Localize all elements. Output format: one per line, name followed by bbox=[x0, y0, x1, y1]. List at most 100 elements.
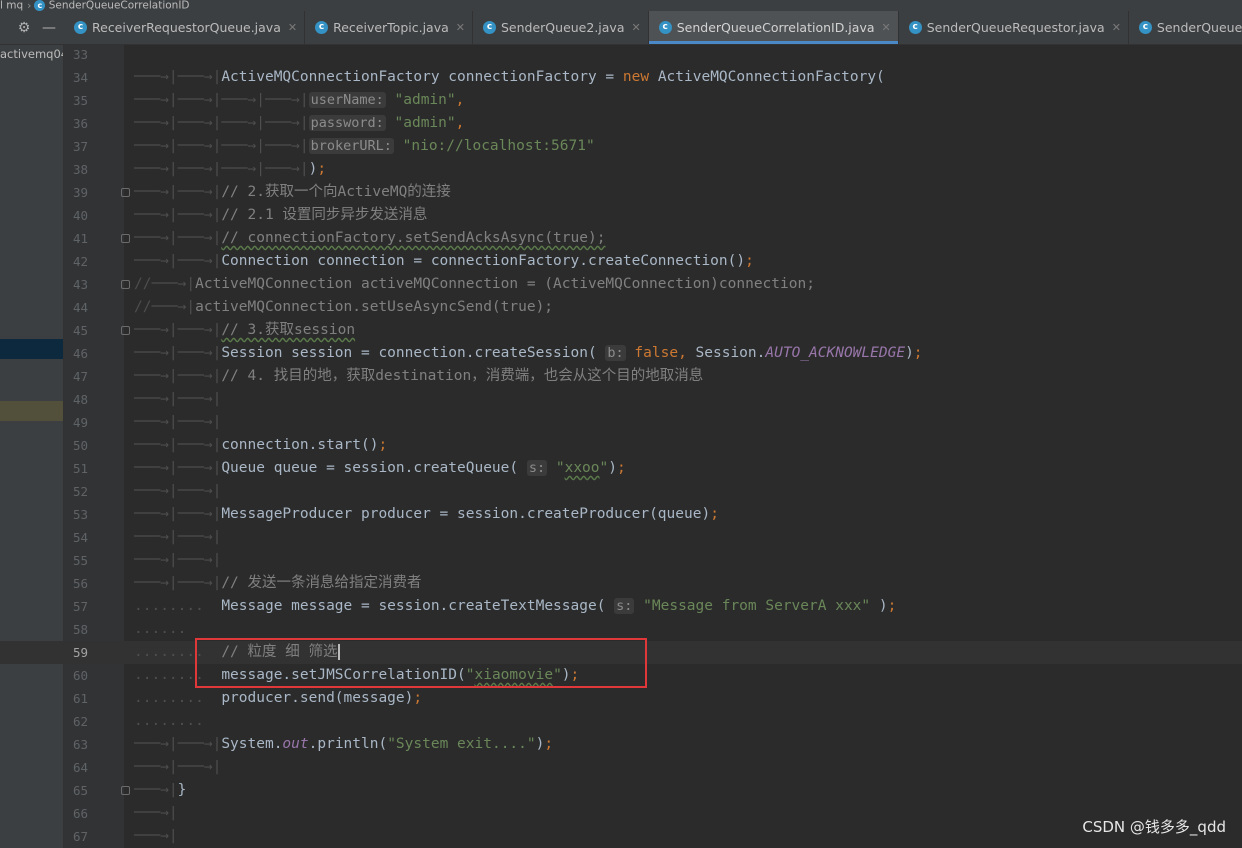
tab-receivertopic[interactable]: c ReceiverTopic.java ✕ bbox=[305, 11, 473, 44]
gear-icon[interactable]: ⚙ bbox=[16, 20, 32, 36]
indent-guide: ───→|───→| bbox=[134, 483, 222, 499]
close-icon[interactable]: ✕ bbox=[632, 21, 641, 34]
code-line[interactable]: 51 ───→|───→|Queue queue = session.create… bbox=[0, 457, 1242, 480]
tab-label: SenderQueueCorrelationID.java bbox=[676, 20, 875, 35]
code-token: ; bbox=[378, 437, 388, 453]
code-line[interactable]: 66 ───→| bbox=[0, 802, 1242, 825]
close-icon[interactable]: ✕ bbox=[456, 21, 465, 34]
breadcrumb-project[interactable]: l mq bbox=[0, 0, 23, 11]
line-number: 59 bbox=[72, 645, 88, 660]
code-line[interactable]: 48 ───→|───→| bbox=[0, 388, 1242, 411]
code-line[interactable]: 46 ───→|───→|Session session = connection… bbox=[0, 342, 1242, 365]
line-number: 37 bbox=[72, 139, 88, 154]
tab-senderqueue[interactable]: cSenderQueue.java✕ bbox=[1129, 11, 1242, 44]
code-token: System. bbox=[221, 736, 283, 752]
code-line[interactable]: 49 ───→|───→| bbox=[0, 411, 1242, 434]
code-text: ........ producer.send(message); bbox=[134, 687, 422, 710]
code-line[interactable]: 64 ───→|───→| bbox=[0, 756, 1242, 779]
code-text: ───→|───→|───→|───→| userName: "admin", bbox=[134, 89, 464, 112]
code-line[interactable]: 43 //───→|ActiveMQConnection activeMQConn… bbox=[0, 273, 1242, 296]
class-icon: c bbox=[483, 21, 496, 34]
code-text: ───→|───→|System.out.println("System exi… bbox=[134, 733, 553, 756]
code-line[interactable]: 36 ───→|───→|───→|───→| password: "admin", bbox=[0, 112, 1242, 135]
line-number: 50 bbox=[72, 438, 88, 453]
code-token: ActiveMQConnectionFactory connectionFact… bbox=[221, 69, 623, 85]
code-line[interactable]: 54 ───→|───→| bbox=[0, 526, 1242, 549]
code-line[interactable]: 38 ───→|───→|───→|───→|); bbox=[0, 158, 1242, 181]
close-icon[interactable]: ✕ bbox=[882, 21, 891, 34]
code-line[interactable]: 63 ───→|───→|System.out.println("System e… bbox=[0, 733, 1242, 756]
code-line[interactable]: 34 ───→|───→|ActiveMQConnectionFactory co… bbox=[0, 66, 1242, 89]
code-token: , bbox=[455, 115, 465, 131]
indent-guide: ───→|───→| bbox=[134, 759, 222, 775]
code-token: Session. bbox=[695, 345, 766, 361]
indent-guide: ───→|───→| bbox=[134, 253, 222, 269]
tab-senderqueue2[interactable]: c SenderQueue2.java ✕ bbox=[473, 11, 649, 44]
line-number: 52 bbox=[72, 484, 88, 499]
line-number: 56 bbox=[72, 576, 88, 591]
code-line[interactable]: 56 ───→|───→|// 发送一条消息给指定消费者 bbox=[0, 572, 1242, 595]
tab-receiverrequestorqueue[interactable]: c ReceiverRequestorQueue.java ✕ bbox=[64, 11, 306, 44]
code-token: Connection connection = connectionFactor… bbox=[221, 253, 746, 269]
breadcrumb-file[interactable]: SenderQueueCorrelationID bbox=[49, 0, 190, 11]
code-line[interactable]: 52 ───→|───→| bbox=[0, 480, 1242, 503]
line-number: 40 bbox=[72, 208, 88, 223]
indent-guide: ───→|───→| bbox=[134, 69, 222, 85]
line-number: 46 bbox=[72, 346, 88, 361]
code-token: ) bbox=[905, 345, 914, 361]
code-line[interactable]: 37 ───→|───→|───→|───→| brokerURL: "nio://… bbox=[0, 135, 1242, 158]
watermark: CSDN @钱多多_qdd bbox=[1082, 818, 1226, 836]
code-line[interactable]: 65 ───→|} bbox=[0, 779, 1242, 802]
code-line[interactable]: 44 //───→|activeMQConnection.setUseAsyncS… bbox=[0, 296, 1242, 319]
close-icon[interactable]: ✕ bbox=[1112, 21, 1121, 34]
fold-marker-icon[interactable] bbox=[121, 234, 130, 243]
code-line[interactable]: 40 ───→|───→|// 2.1 设置同步异步发送消息 bbox=[0, 204, 1242, 227]
code-token: " bbox=[599, 460, 609, 476]
line-number: 51 bbox=[72, 461, 88, 476]
code-line[interactable]: 62........ bbox=[0, 710, 1242, 733]
close-icon[interactable]: ✕ bbox=[288, 21, 297, 34]
code-line[interactable]: 50 ───→|───→|connection.start(); bbox=[0, 434, 1242, 457]
fold-marker-icon[interactable] bbox=[121, 326, 130, 335]
code-line[interactable]: 67 ───→| bbox=[0, 825, 1242, 848]
code-token: ; bbox=[317, 161, 327, 177]
code-token: "admin" bbox=[394, 115, 456, 131]
line-number: 33 bbox=[72, 47, 88, 62]
code-line[interactable]: 61........ producer.send(message); bbox=[0, 687, 1242, 710]
minus-icon[interactable]: — bbox=[41, 20, 57, 36]
parameter-hint: brokerURL: bbox=[308, 138, 394, 154]
class-icon: c bbox=[658, 21, 672, 34]
indent-guide: ───→|───→|───→|───→| bbox=[134, 115, 309, 131]
tab-senderqueuerequestor[interactable]: c SenderQueueRequestor.java ✕ bbox=[899, 11, 1129, 44]
fold-marker-icon[interactable] bbox=[121, 786, 130, 795]
tab-label: ReceiverRequestorQueue.java bbox=[92, 20, 281, 35]
code-line[interactable]: 47 ───→|───→|// 4. 找目的地，获取destination，消费端… bbox=[0, 365, 1242, 388]
code-line[interactable]: 33 bbox=[0, 43, 1242, 66]
line-number: 55 bbox=[72, 553, 88, 568]
code-line[interactable]: 39 ───→|───→|// 2.获取一个向ActiveMQ的连接 bbox=[0, 181, 1242, 204]
code-text: //───→|activeMQConnection.setUseAsyncSen… bbox=[134, 296, 553, 319]
line-number: 58 bbox=[72, 622, 88, 637]
code-line[interactable]: 41 ───→|───→|// connectionFactory.setSend… bbox=[0, 227, 1242, 250]
code-token: producer.send(message) bbox=[221, 690, 414, 706]
code-token: "System exit...." bbox=[387, 736, 536, 752]
fold-marker-icon[interactable] bbox=[121, 188, 130, 197]
indent-guide: ───→|───→| bbox=[134, 391, 222, 407]
line-number: 60 bbox=[72, 668, 88, 683]
code-text: ───→|───→|// 3.获取session bbox=[134, 319, 355, 342]
code-token: activeMQConnection.setUseAsyncSend(true)… bbox=[195, 299, 554, 315]
fold-marker-icon[interactable] bbox=[121, 280, 130, 289]
code-line[interactable]: 45 ───→|───→|// 3.获取session bbox=[0, 319, 1242, 342]
code-line[interactable]: 35 ───→|───→|───→|───→| userName: "admin", bbox=[0, 89, 1242, 112]
tab-senderqueuecorrelationid[interactable]: c SenderQueueCorrelationID.java ✕ bbox=[648, 11, 899, 44]
code-line[interactable]: 53 ───→|───→|MessageProducer producer = s… bbox=[0, 503, 1242, 526]
indent-guide: ........ bbox=[134, 713, 222, 729]
code-token: ActiveMQConnectionFactory( bbox=[657, 69, 885, 85]
code-line[interactable]: 55 ───→|───→| bbox=[0, 549, 1242, 572]
code-line[interactable]: 42 ───→|───→|Connection connection = conn… bbox=[0, 250, 1242, 273]
code-text: ───→|} bbox=[134, 779, 186, 802]
code-token: Message message = session.createTextMess… bbox=[221, 598, 615, 614]
code-line[interactable]: 57........ Message message = session.cre… bbox=[0, 595, 1242, 618]
